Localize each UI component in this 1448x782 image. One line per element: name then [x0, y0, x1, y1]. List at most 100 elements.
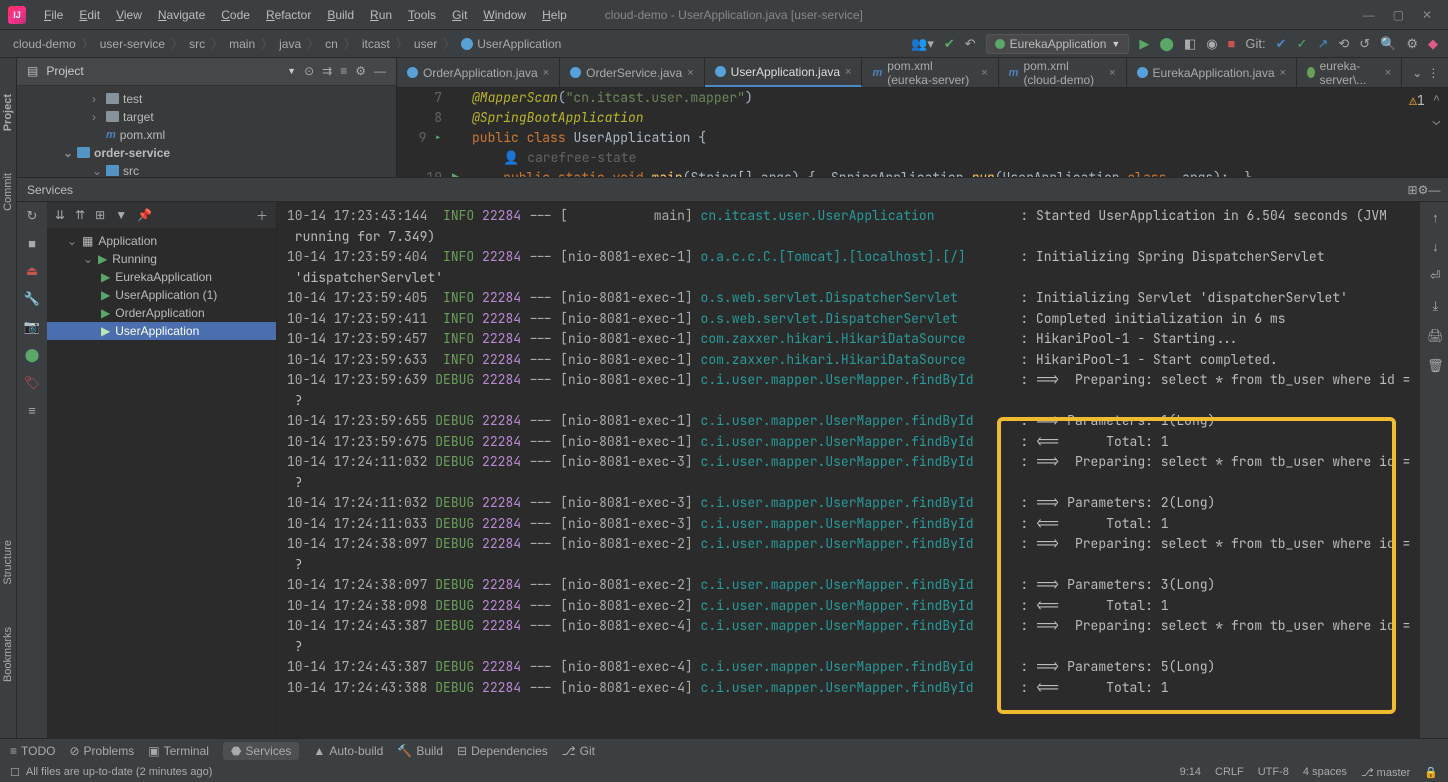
- encoding[interactable]: UTF-8: [1258, 766, 1289, 779]
- lock-icon[interactable]: 🔒: [1424, 766, 1438, 779]
- filter-icon[interactable]: ▼: [115, 208, 127, 222]
- menu-file[interactable]: File: [36, 4, 71, 26]
- expand-all-icon[interactable]: ⇊: [55, 208, 65, 222]
- stop-icon[interactable]: ■: [28, 236, 36, 251]
- scroll-icon[interactable]: ⤓: [1432, 298, 1438, 314]
- menu-tools[interactable]: Tools: [400, 4, 444, 26]
- history-icon[interactable]: ⟲: [1338, 36, 1349, 52]
- commit-tool-tab[interactable]: Commit: [0, 167, 16, 217]
- editor-tab[interactable]: UserApplication.java×: [705, 58, 863, 87]
- editor-tab[interactable]: OrderApplication.java×: [397, 58, 560, 87]
- pin-icon[interactable]: 📌: [137, 208, 152, 222]
- problems-tab[interactable]: ⊘Problems: [69, 744, 134, 758]
- tree-item-src[interactable]: ⌄src: [17, 162, 396, 177]
- structure-tool-tab[interactable]: Structure: [0, 534, 16, 591]
- bookmarks-tool-tab[interactable]: Bookmarks: [0, 621, 16, 688]
- tree-item-order-service[interactable]: ⌄order-service: [17, 144, 396, 162]
- menu-window[interactable]: Window: [475, 4, 534, 26]
- app-node[interactable]: ⌄▦Application: [47, 232, 276, 250]
- indent[interactable]: 4 spaces: [1303, 766, 1347, 779]
- console-output[interactable]: 10-14 17:23:43:144 INFO 22284 --- [ main…: [277, 202, 1420, 738]
- editor-tab[interactable]: mpom.xml (eureka-server)×: [862, 58, 998, 87]
- group-icon[interactable]: ⊞: [95, 208, 105, 222]
- hide-icon[interactable]: —: [1428, 183, 1440, 197]
- bug-icon[interactable]: ⬤: [25, 347, 40, 363]
- svc-item-user1[interactable]: ▶UserApplication (1): [47, 286, 276, 304]
- breadcrumb-item[interactable]: user-service: [97, 37, 168, 51]
- search-icon[interactable]: 🔍: [1380, 36, 1396, 52]
- services-tab[interactable]: ⬣Services: [223, 742, 300, 760]
- wrench-icon[interactable]: 🔧: [24, 291, 40, 307]
- coverage-button[interactable]: ◧: [1184, 36, 1196, 52]
- breadcrumb-item[interactable]: UserApplication: [458, 37, 564, 51]
- git-tab[interactable]: ⎇Git: [562, 744, 595, 758]
- tree-item-test[interactable]: ›test: [17, 90, 396, 108]
- checkmark-icon[interactable]: ✔: [944, 36, 955, 52]
- autobuild-tab[interactable]: ▲Auto-build: [313, 744, 383, 758]
- menu-help[interactable]: Help: [534, 4, 575, 26]
- code-content[interactable]: @MapperScan("cn.itcast.user.mapper") @Sp…: [472, 88, 1395, 177]
- up-icon[interactable]: ↑: [1432, 210, 1439, 225]
- print-icon[interactable]: 🖨: [1427, 328, 1444, 344]
- git-branch[interactable]: ⎇ master: [1361, 766, 1410, 779]
- layers-icon[interactable]: ≡: [28, 403, 36, 418]
- menu-run[interactable]: Run: [362, 4, 400, 26]
- collapse-all-icon[interactable]: ≡: [340, 64, 347, 78]
- settings-icon[interactable]: ⚙: [1406, 36, 1418, 52]
- hide-icon[interactable]: —: [374, 64, 386, 78]
- menu-build[interactable]: Build: [319, 4, 362, 26]
- menu-code[interactable]: Code: [213, 4, 258, 26]
- undo-icon[interactable]: ↶: [965, 36, 976, 52]
- caret-position[interactable]: 9:14: [1180, 766, 1201, 779]
- menu-git[interactable]: Git: [444, 4, 475, 26]
- rerun-icon[interactable]: ↻: [27, 208, 38, 224]
- maximize-button[interactable]: ▢: [1393, 8, 1404, 22]
- editor-tab[interactable]: eureka-server\...×: [1297, 58, 1402, 87]
- editor-tab[interactable]: mpom.xml (cloud-demo)×: [999, 58, 1127, 87]
- exit-icon[interactable]: ⏏: [26, 263, 38, 279]
- marker-icon[interactable]: 🏷: [24, 375, 41, 391]
- toolbox-icon[interactable]: ◆: [1428, 36, 1438, 52]
- breadcrumb-item[interactable]: java: [276, 37, 304, 51]
- editor-tab[interactable]: OrderService.java×: [560, 58, 704, 87]
- terminal-tab[interactable]: ▣Terminal: [148, 744, 209, 758]
- wrap-icon[interactable]: ⏎: [1430, 268, 1441, 284]
- minimize-button[interactable]: —: [1363, 8, 1375, 22]
- editor-tab[interactable]: EurekaApplication.java×: [1127, 58, 1298, 87]
- project-tool-tab[interactable]: Project: [0, 88, 16, 137]
- breadcrumb-item[interactable]: cn: [322, 37, 341, 51]
- close-button[interactable]: ✕: [1422, 8, 1432, 22]
- profile-button[interactable]: ◉: [1206, 36, 1217, 52]
- clear-icon[interactable]: 🗑: [1427, 358, 1444, 374]
- menu-view[interactable]: View: [108, 4, 150, 26]
- gear-icon[interactable]: ⚙: [1418, 183, 1429, 197]
- breadcrumb-item[interactable]: cloud-demo: [10, 37, 79, 51]
- breadcrumb-item[interactable]: user: [411, 37, 440, 51]
- todo-tab[interactable]: ≡TODO: [10, 744, 55, 758]
- revert-icon[interactable]: ↺: [1359, 36, 1370, 52]
- tree-item-pom[interactable]: mpom.xml: [17, 126, 396, 144]
- expand-icon[interactable]: ⊞: [1408, 183, 1418, 197]
- menu-navigate[interactable]: Navigate: [150, 4, 213, 26]
- breadcrumb-item[interactable]: itcast: [359, 37, 393, 51]
- running-node[interactable]: ⌄▶Running: [47, 250, 276, 268]
- run-config-selector[interactable]: EurekaApplication ▼: [986, 34, 1130, 54]
- down-icon[interactable]: ↓: [1432, 239, 1439, 254]
- select-opened-icon[interactable]: ⊙: [304, 64, 314, 78]
- camera-icon[interactable]: 📷: [24, 319, 40, 335]
- dependencies-tab[interactable]: ⊟Dependencies: [457, 744, 548, 758]
- breadcrumb-item[interactable]: src: [186, 37, 208, 51]
- debug-button[interactable]: ⬤: [1159, 36, 1174, 52]
- menu-refactor[interactable]: Refactor: [258, 4, 319, 26]
- inspection-badge[interactable]: ⚠1 ^ ⌄: [1395, 88, 1448, 177]
- svc-item-order[interactable]: ▶OrderApplication: [47, 304, 276, 322]
- collapse-all-icon[interactable]: ⇈: [75, 208, 85, 222]
- gear-icon[interactable]: ⚙: [355, 64, 366, 78]
- git-commit-icon[interactable]: ✓: [1297, 36, 1308, 52]
- menu-edit[interactable]: Edit: [71, 4, 108, 26]
- svc-item-user[interactable]: ▶UserApplication: [47, 322, 276, 340]
- line-sep[interactable]: CRLF: [1215, 766, 1244, 779]
- git-update-icon[interactable]: ✔: [1276, 36, 1287, 52]
- add-icon[interactable]: ＋: [256, 207, 268, 224]
- breadcrumb-item[interactable]: main: [226, 37, 258, 51]
